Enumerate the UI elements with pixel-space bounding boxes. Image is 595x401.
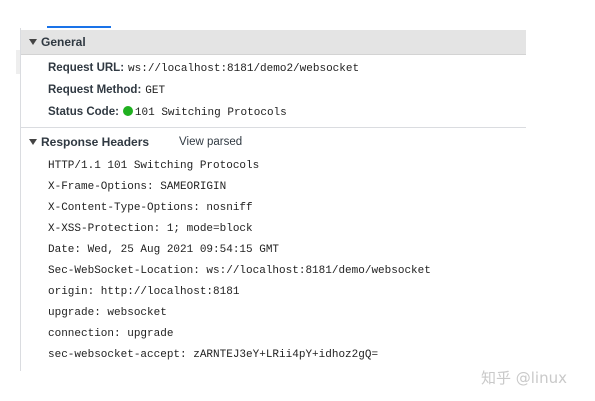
panel-left-stub [16,50,20,74]
status-code-row: Status Code: 101 Switching Protocols [48,104,287,120]
response-header-line: HTTP/1.1 101 Switching Protocols [48,160,260,172]
response-header-line: connection: upgrade [48,328,174,340]
view-parsed-link[interactable]: View parsed [179,136,242,148]
response-header-line: X-Frame-Options: SAMEORIGIN [48,181,227,193]
zhihu-watermark: 知乎 @linux [481,369,567,387]
section-divider [21,127,526,128]
general-section-title: General [41,35,86,49]
collapse-triangle-icon[interactable] [29,139,37,145]
status-code-value: 101 Switching Protocols [134,107,287,119]
request-method-row: Request Method: GET [48,82,165,98]
response-header-line: X-XSS-Protection: 1; mode=block [48,223,253,235]
request-url-value: ws://localhost:8181/demo2/websocket [128,63,360,75]
request-url-row: Request URL: ws://localhost:8181/demo2/we… [48,60,359,76]
response-header-line: upgrade: websocket [48,307,167,319]
status-code-key: Status Code: [48,106,119,118]
panel-left-border [20,28,21,371]
general-section-header[interactable]: General [21,30,526,55]
collapse-triangle-icon[interactable] [29,39,37,45]
response-headers-title: Response Headers [41,135,150,149]
active-tab-indicator [47,26,111,28]
response-header-line: origin: http://localhost:8181 [48,286,240,298]
response-header-line: Date: Wed, 25 Aug 2021 09:54:15 GMT [48,244,280,256]
devtools-headers-panel: General Request URL: ws://localhost:8181/… [0,0,595,401]
response-header-line: X-Content-Type-Options: nosniff [48,202,253,214]
request-url-key: Request URL: [48,62,125,74]
request-method-key: Request Method: [48,84,142,96]
status-success-icon [122,106,133,116]
response-header-line: sec-websocket-accept: zARNTEJ3eY+LRii4pY… [48,349,379,361]
response-headers-section-header[interactable]: Response Headers View parsed [21,132,242,152]
response-header-line: Sec-WebSocket-Location: ws://localhost:8… [48,265,431,277]
request-method-value: GET [145,85,166,97]
